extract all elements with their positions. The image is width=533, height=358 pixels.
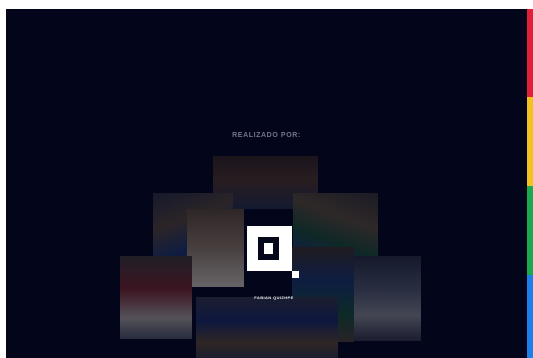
brand-name: FABIAN QUIZHPE [254,295,294,300]
photo-tile [120,256,192,339]
accent-segment-red [527,9,533,97]
accent-segment-green [527,186,533,275]
photo-mosaic [6,9,527,358]
credits-screen: REALIZADO POR: FABIAN QUIZHPE [6,9,527,358]
accent-color-bar [527,9,533,358]
accent-segment-blue [527,275,533,358]
photo-tile [196,297,338,358]
photo-tile [187,209,244,287]
accent-segment-yellow [527,97,533,186]
brand-logo [247,226,300,279]
